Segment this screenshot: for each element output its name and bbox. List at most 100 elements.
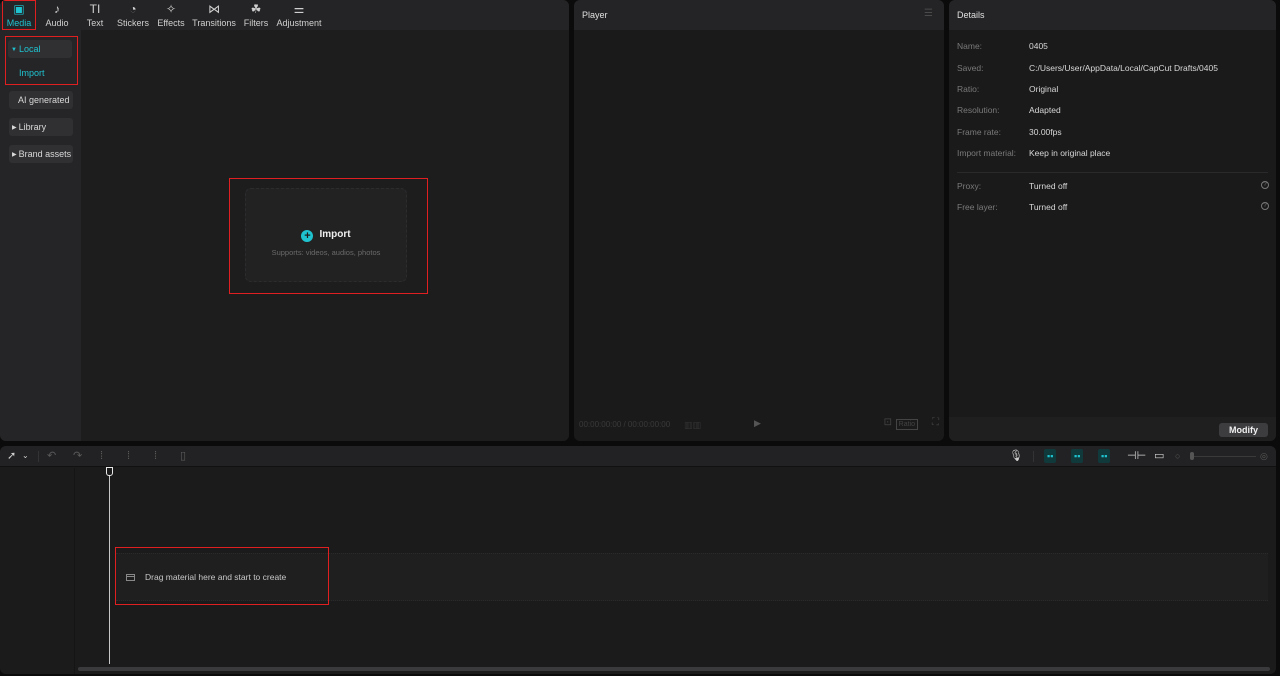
tab-label: Adjustment [276, 18, 322, 28]
detail-value: 30.00fps [1029, 127, 1062, 137]
play-icon[interactable]: ▶ [754, 418, 761, 429]
waveform-icon[interactable]: ▥▥ [684, 420, 701, 431]
timeline-panel: ➚ ⌄ ↶ ↷ ⁞ ⁞ ⁞ ▯ 🎙 ▪▪ ▪▪ ▪▪ ⊣⊢ ▭ ○ ◎ Drag… [0, 446, 1276, 674]
text-icon: TI [89, 2, 101, 16]
timeline-toolbar: ➚ ⌄ ↶ ↷ ⁞ ⁞ ⁞ ▯ 🎙 ▪▪ ▪▪ ▪▪ ⊣⊢ ▭ ○ ◎ [0, 446, 1276, 467]
playhead[interactable] [109, 474, 110, 664]
sidebar-item-library[interactable]: ▶ Library [9, 118, 73, 136]
sidebar-item-ai-generated[interactable]: AI generated [9, 91, 73, 109]
detail-key: Resolution: [957, 105, 1000, 115]
delete-icon[interactable]: ▯ [180, 450, 186, 462]
tab-stickers[interactable]: ◔ Stickers [114, 0, 152, 30]
media-panel: ▣ Media ♪ Audio TI Text ◔ Stickers ✧ Eff… [0, 0, 569, 441]
player-panel: Player ☰ 00:00:00:00 / 00:00:00:00 ▥▥ ▶ … [574, 0, 944, 441]
main-track-magnet-icon[interactable]: ▪▪ [1044, 449, 1057, 463]
modify-button[interactable]: Modify [1219, 423, 1268, 437]
timeline-zoom-slider[interactable] [1190, 456, 1256, 457]
track-header-column [0, 468, 75, 674]
caret-right-icon: ▶ [12, 124, 17, 131]
details-header: Details [949, 0, 1276, 30]
player-header: Player ☰ [574, 0, 944, 30]
detail-key: Import material: [957, 148, 1017, 158]
playhead-handle[interactable] [106, 467, 113, 476]
zoom-out-icon[interactable]: ○ [1175, 450, 1180, 462]
detail-value: Original [1029, 84, 1059, 94]
tab-label: Stickers [116, 18, 149, 28]
detail-row-resolution: Resolution: Adapted [957, 105, 1269, 115]
audio-icon: ♪ [54, 2, 60, 16]
detail-value: Adapted [1029, 105, 1061, 115]
highlight-box-import [229, 178, 428, 294]
detail-row-free-layer: Free layer: Turned off ? [957, 202, 1269, 212]
select-cursor-icon[interactable]: ➚ [7, 450, 16, 462]
caret-right-icon: ▶ [12, 151, 17, 158]
detail-row-frame-rate: Frame rate: 30.00fps [957, 127, 1269, 137]
tab-transitions[interactable]: ⋈ Transitions [190, 0, 238, 30]
timeline-horizontal-scrollbar[interactable] [78, 667, 1270, 671]
preview-axis-icon[interactable]: ⊣⊢ [1127, 450, 1146, 462]
tab-label: Audio [45, 18, 69, 28]
zoom-fit-icon[interactable]: ⊡ [884, 417, 892, 428]
sidebar-item-label: AI generated [18, 95, 70, 105]
detail-key: Free layer: [957, 202, 998, 212]
detail-row-proxy: Proxy: Turned off ? [957, 181, 1269, 191]
timeline-zoom-slider-handle[interactable] [1190, 452, 1194, 460]
toolbar-divider [1033, 451, 1034, 462]
linkage-icon[interactable]: ▪▪ [1098, 449, 1111, 463]
tab-text[interactable]: TI Text [76, 0, 114, 30]
player-controls: 00:00:00:00 / 00:00:00:00 ▥▥ ▶ ⊡ Ratio ⛶ [574, 411, 944, 441]
fullscreen-icon[interactable]: ⛶ [932, 417, 939, 428]
split-right-icon[interactable]: ⁞ [154, 450, 157, 462]
effects-icon: ✧ [165, 2, 177, 16]
sidebar-item-brand-assets[interactable]: ▶ Brand assets [9, 145, 73, 163]
detail-value: 0405 [1029, 41, 1048, 51]
detail-key: Proxy: [957, 181, 982, 191]
detail-value: Turned off [1029, 181, 1068, 191]
transitions-icon: ⋈ [208, 2, 220, 16]
tab-media[interactable]: ▣ Media [2, 0, 36, 30]
zoom-in-icon[interactable]: ◎ [1260, 450, 1268, 462]
menu-icon[interactable]: ☰ [924, 9, 934, 19]
chevron-down-icon[interactable]: ⌄ [22, 450, 29, 462]
help-icon[interactable]: ? [1261, 181, 1269, 189]
player-timecode: 00:00:00:00 / 00:00:00:00 [579, 420, 671, 429]
detail-row-import-material: Import material: Keep in original place [957, 148, 1269, 158]
tab-adjustment[interactable]: ⚌ Adjustment [274, 0, 324, 30]
tab-label: Media [6, 18, 32, 28]
details-footer: Modify [949, 417, 1276, 441]
media-tab-bar: ▣ Media ♪ Audio TI Text ◔ Stickers ✧ Eff… [0, 0, 569, 30]
player-title: Player [582, 10, 608, 20]
split-icon[interactable]: ⁞ [100, 450, 103, 462]
detail-key: Name: [957, 41, 983, 51]
details-panel: Details Name: 0405 Saved: C:/Users/User/Ap… [949, 0, 1276, 441]
split-left-icon[interactable]: ⁞ [127, 450, 130, 462]
tab-audio[interactable]: ♪ Audio [38, 0, 76, 30]
tab-effects[interactable]: ✧ Effects [152, 0, 190, 30]
redo-icon[interactable]: ↷ [73, 450, 82, 462]
tab-label: Effects [157, 18, 185, 28]
detail-row-saved: Saved: C:/Users/User/AppData/Local/CapCut… [957, 63, 1269, 73]
undo-icon[interactable]: ↶ [47, 450, 56, 462]
help-icon[interactable]: ? [1261, 202, 1269, 210]
auto-snap-icon[interactable]: ▪▪ [1071, 449, 1084, 463]
adjustment-icon: ⚌ [293, 2, 305, 16]
tab-label: Transitions [192, 18, 236, 28]
tab-label: Filters [243, 18, 269, 28]
detail-key: Ratio: [957, 84, 980, 94]
detail-row-ratio: Ratio: Original [957, 84, 1269, 94]
tab-filters[interactable]: ☘ Filters [238, 0, 274, 30]
sidebar-item-label: Brand assets [18, 149, 72, 159]
filters-icon: ☘ [250, 2, 262, 16]
microphone-icon[interactable]: 🎙 [1009, 450, 1023, 462]
screen-preview-icon[interactable]: ▭ [1154, 450, 1164, 462]
detail-row-name: Name: 0405 [957, 41, 1269, 51]
detail-value: Turned off [1029, 202, 1068, 212]
sidebar-item-label: Library [18, 122, 47, 132]
details-divider [957, 172, 1268, 173]
ratio-button[interactable]: Ratio [895, 419, 918, 430]
detail-key: Saved: [957, 63, 984, 73]
detail-value: C:/Users/User/AppData/Local/CapCut Draft… [1029, 63, 1218, 73]
stickers-icon: ◔ [129, 2, 137, 16]
details-title: Details [957, 10, 985, 20]
toolbar-divider [38, 451, 39, 462]
